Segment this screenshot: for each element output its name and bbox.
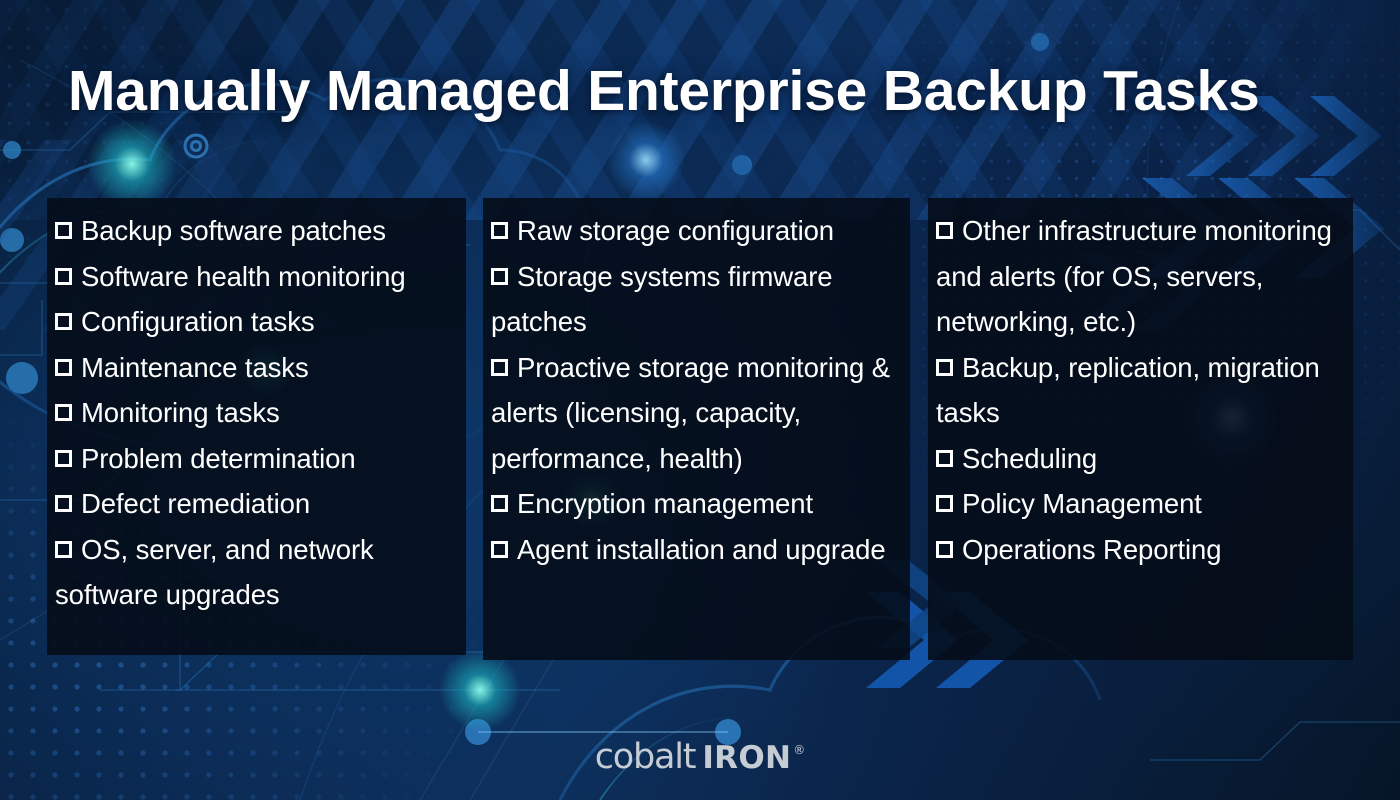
task-label: Maintenance tasks [81,351,309,383]
checkbox-icon[interactable] [55,495,72,512]
task-label: Raw storage configuration [517,215,834,246]
checkbox-icon[interactable] [936,222,953,239]
task-columns: Backup software patches Software health … [47,198,1353,668]
task-label: Problem determination [81,442,356,474]
checkbox-icon[interactable] [55,358,72,376]
task-label: Proactive storage monitoring & alerts (l… [491,351,891,474]
checkbox-icon[interactable] [936,449,953,467]
cobalt-iron-logo: cobalt IRON ® [0,737,1400,777]
logo-word-iron: IRON [702,740,792,776]
checkbox-icon[interactable] [55,449,72,467]
checkbox-icon[interactable] [55,267,72,285]
checkbox-icon[interactable] [491,267,508,285]
task-label: Operations Reporting [962,533,1222,565]
task-column-3: Other infrastructure monitoring and aler… [928,198,1353,660]
task-item: Software health monitoring [55,254,460,300]
task-item: Encryption management [491,481,904,527]
task-label: Backup software patches [81,215,386,246]
checkbox-icon[interactable] [55,313,72,330]
task-item: Maintenance tasks [55,345,460,391]
task-item: Proactive storage monitoring & alerts (l… [491,345,904,482]
task-label: Monitoring tasks [81,397,280,428]
slide-root: Manually Managed Enterprise Backup Tasks… [0,0,1400,800]
task-label: Storage systems firmware patches [491,260,833,338]
checkbox-icon[interactable] [936,495,953,512]
task-item: Policy Management [936,481,1347,527]
task-item: Scheduling [936,436,1347,482]
checkbox-icon[interactable] [491,358,508,376]
task-item: Monitoring tasks [55,390,460,436]
task-label: Agent installation and upgrade [517,533,886,565]
task-item: Agent installation and upgrade [491,527,904,573]
task-item: Raw storage configuration [491,208,904,254]
task-label: Software health monitoring [81,260,406,292]
task-item: Operations Reporting [936,527,1347,573]
task-item: OS, server, and network software upgrade… [55,527,460,618]
task-item: Problem determination [55,436,460,482]
checkbox-icon[interactable] [936,358,953,376]
task-item: Other infrastructure monitoring and aler… [936,208,1347,345]
checkbox-icon[interactable] [491,222,508,239]
task-label: Encryption management [517,488,813,519]
checkbox-icon[interactable] [491,540,508,558]
checkbox-icon[interactable] [55,540,72,558]
task-label: Backup, replication, migration tasks [936,351,1320,429]
checkbox-icon[interactable] [55,404,72,421]
registered-trademark-icon: ® [793,743,806,757]
checkbox-icon[interactable] [55,222,72,239]
task-column-1: Backup software patches Software health … [47,198,466,655]
task-label: Defect remediation [81,488,311,519]
task-item: Storage systems firmware patches [491,254,904,345]
task-column-2: Raw storage configuration Storage system… [483,198,910,660]
logo-word-cobalt: cobalt [594,737,697,777]
task-label: OS, server, and network software upgrade… [55,533,374,611]
checkbox-icon[interactable] [491,495,508,512]
task-label: Scheduling [962,442,1098,474]
task-label: Other infrastructure monitoring and aler… [936,215,1332,337]
task-item: Defect remediation [55,481,460,527]
checkbox-icon[interactable] [936,540,953,558]
task-label: Configuration tasks [81,306,315,337]
task-label: Policy Management [962,488,1202,519]
task-item: Configuration tasks [55,299,460,345]
page-title: Manually Managed Enterprise Backup Tasks [68,59,1260,123]
task-item: Backup, replication, migration tasks [936,345,1347,436]
task-item: Backup software patches [55,208,460,254]
